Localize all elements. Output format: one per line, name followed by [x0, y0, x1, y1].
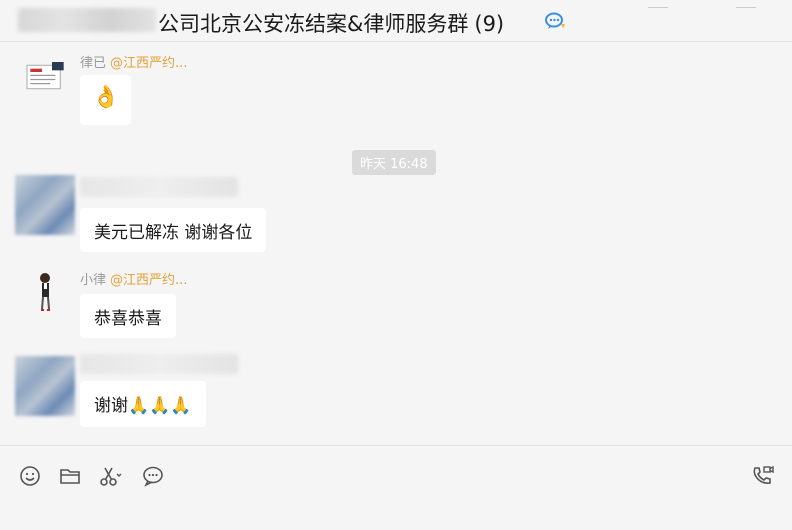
message-text: 谢谢🙏🙏🙏: [94, 396, 192, 416]
chat-title: 公司北京公安冻结案&律师服务群 (9): [158, 8, 504, 38]
ok-hand-emoji: 👌: [92, 85, 120, 110]
folder-icon[interactable]: [58, 464, 82, 488]
sender-name-blurred: [80, 354, 238, 374]
title-blurred-prefix: [18, 8, 156, 32]
close-control[interactable]: [736, 0, 756, 8]
blurred-avatar[interactable]: [15, 175, 75, 235]
scissors-icon[interactable]: [98, 464, 122, 488]
member-count: (9): [474, 12, 505, 36]
blurred-avatar[interactable]: [15, 356, 75, 416]
chat-area[interactable]: 律已 @江西严约... 👌 昨天 16:48 美元已解冻 谢谢各位 小律 @江西严约…: [0, 43, 792, 445]
message-text: 恭喜恭喜: [94, 309, 162, 329]
timestamp-divider: 昨天 16:48: [352, 150, 436, 175]
video-call-icon[interactable]: [750, 464, 774, 488]
message-bubble[interactable]: 👌: [80, 75, 132, 125]
chat-history-icon[interactable]: [141, 464, 165, 488]
logo-avatar[interactable]: [22, 57, 82, 117]
message-bubble[interactable]: 美元已解冻 谢谢各位: [80, 208, 267, 252]
cartoon-lawyer-avatar[interactable]: [32, 271, 62, 319]
sender-name: 小律 @江西严约...: [80, 273, 188, 288]
sender-name: 律已 @江西严约...: [80, 56, 188, 71]
input-toolbar: [0, 445, 792, 530]
message-bubble[interactable]: 谢谢🙏🙏🙏: [80, 381, 206, 427]
sender-name-blurred: [80, 177, 238, 197]
minimize-control[interactable]: [648, 0, 668, 8]
group-name: 公司北京公安冻结案&律师服务群: [158, 12, 469, 36]
message-text: 美元已解冻 谢谢各位: [94, 223, 253, 243]
message-bubble[interactable]: 恭喜恭喜: [80, 294, 176, 338]
emoji-icon[interactable]: [18, 464, 42, 488]
chat-bubble-icon[interactable]: [544, 12, 566, 30]
title-bar: 公司北京公安冻结案&律师服务群 (9): [0, 0, 792, 42]
